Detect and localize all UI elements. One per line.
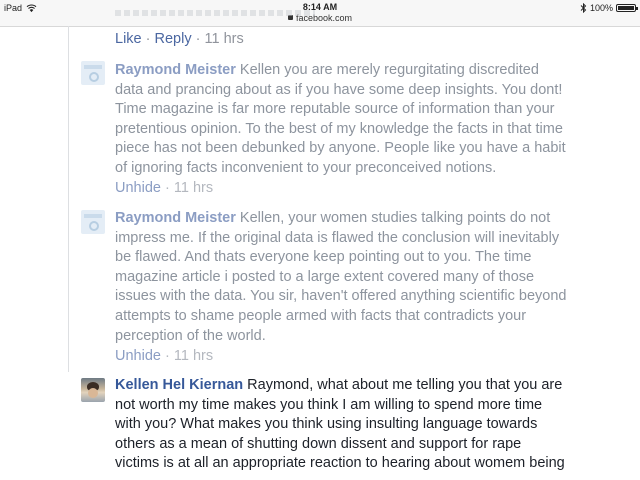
- status-bar: iPad 8:14 AM facebook.com 100%: [0, 0, 640, 27]
- comment-author[interactable]: Kellen Hel Kiernan: [115, 377, 243, 393]
- separator: ·: [164, 180, 170, 196]
- comment-body: Raymond Meister Kellen, your women studi…: [115, 209, 615, 346]
- comment-author[interactable]: Raymond Meister: [115, 210, 236, 226]
- comment-line: with you? What makes you think using ins…: [115, 416, 538, 433]
- comment-line: be flawed. And thats everyone keep point…: [115, 249, 532, 266]
- comment-line: Kellen, your women studies talking point…: [239, 210, 551, 226]
- timestamp[interactable]: 11 hrs: [174, 180, 213, 196]
- battery-percent: 100%: [589, 3, 613, 13]
- like-link[interactable]: Like: [115, 31, 142, 47]
- comment-line: impress me. If the original data is flaw…: [115, 229, 560, 246]
- comment-line: Raymond, what about me telling you that …: [247, 377, 563, 393]
- clock: 8:14 AM: [302, 2, 338, 12]
- thread-line: [68, 26, 69, 372]
- comment-line: not worth my time makes you think I am w…: [115, 396, 543, 413]
- battery-fill: [618, 6, 634, 10]
- comment-line: perception of the world.: [115, 327, 266, 344]
- timestamp[interactable]: 11 hrs: [205, 31, 244, 47]
- comment-line: others as a mean of shutting down dissen…: [115, 435, 522, 452]
- battery-icon: [616, 4, 638, 12]
- separator: ·: [164, 348, 170, 364]
- truncated-previous-comment: [115, 10, 315, 16]
- reply-link[interactable]: Reply: [155, 31, 192, 47]
- comment-author[interactable]: Raymond Meister: [115, 62, 236, 78]
- unhide-link[interactable]: Unhide: [115, 180, 161, 196]
- comment-line: of ignoring facts inconvenient to your p…: [115, 159, 497, 176]
- comment-body: Raymond Meister Kellen you are merely re…: [115, 61, 615, 179]
- comment-line: issues with the data. You sir, haven't o…: [115, 288, 567, 305]
- previous-comment-actions: Like · Reply · 11 hrs: [115, 31, 244, 47]
- avatar[interactable]: [81, 61, 105, 85]
- comment-line: data and prancing about as if you have s…: [115, 81, 563, 98]
- comment-line: attempts to shame people armed with fact…: [115, 307, 527, 324]
- status-right: 100%: [580, 3, 638, 13]
- timestamp[interactable]: 11 hrs: [174, 348, 213, 364]
- comment-actions: Unhide · 11 hrs: [115, 348, 213, 364]
- comment-line: Kellen you are merely regurgitating disc…: [239, 62, 539, 78]
- comment-line: Time magazine is far more reputable sour…: [115, 101, 555, 118]
- unhide-link[interactable]: Unhide: [115, 348, 161, 364]
- avatar[interactable]: [81, 210, 105, 234]
- comment-actions: Unhide · 11 hrs: [115, 180, 213, 196]
- comment-body: Kellen Hel Kiernan Raymond, what about m…: [115, 376, 615, 474]
- comment-line: victims is at all an appropriate reactio…: [115, 455, 565, 472]
- separator: ·: [145, 31, 151, 47]
- bluetooth-icon: [580, 3, 587, 13]
- comment-line: piece has not been debunked by anyone. P…: [115, 140, 566, 157]
- comment-line: magazine article i posted to a large ext…: [115, 268, 535, 285]
- separator: ·: [195, 31, 201, 47]
- comment-line: pretentious opinion. To the best of my k…: [115, 120, 563, 137]
- address-bar[interactable]: facebook.com: [0, 13, 640, 23]
- avatar[interactable]: [81, 378, 105, 402]
